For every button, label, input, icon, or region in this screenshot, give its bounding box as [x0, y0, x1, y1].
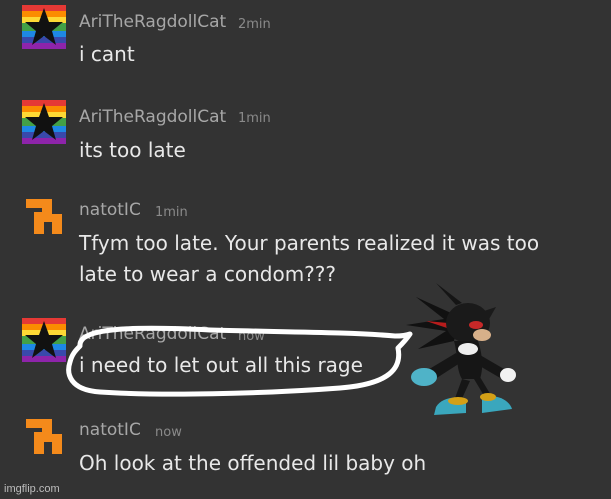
username[interactable]: natotIC [79, 200, 141, 220]
rainbow-star-icon[interactable] [22, 100, 66, 144]
rainbow-star-icon[interactable] [22, 5, 66, 49]
timestamp: 1min [238, 111, 271, 126]
message-text-line: Tfym too late. Your parents realized it … [79, 231, 540, 255]
message-text: i cant [79, 42, 135, 66]
message-text: its too late [79, 138, 186, 162]
chat-screen: AriTheRagdollCat 2min i cant AriTheRagdo… [0, 0, 611, 499]
watermark: imgflip.com [4, 483, 60, 495]
username[interactable]: natotIC [79, 420, 141, 440]
username[interactable]: AriTheRagdollCat [79, 12, 226, 32]
timestamp: 2min [238, 17, 271, 32]
timestamp: now [155, 425, 182, 440]
hedgehog-character-image [406, 283, 516, 415]
orange-glyph-icon[interactable] [22, 194, 66, 238]
message-text: Oh look at the offended lil baby oh [79, 451, 427, 475]
timestamp: 1min [155, 205, 188, 220]
username[interactable]: AriTheRagdollCat [79, 107, 226, 127]
message-text-line: late to wear a condom??? [79, 262, 337, 286]
speech-bubble-outline [66, 325, 413, 397]
orange-glyph-icon[interactable] [22, 414, 66, 458]
